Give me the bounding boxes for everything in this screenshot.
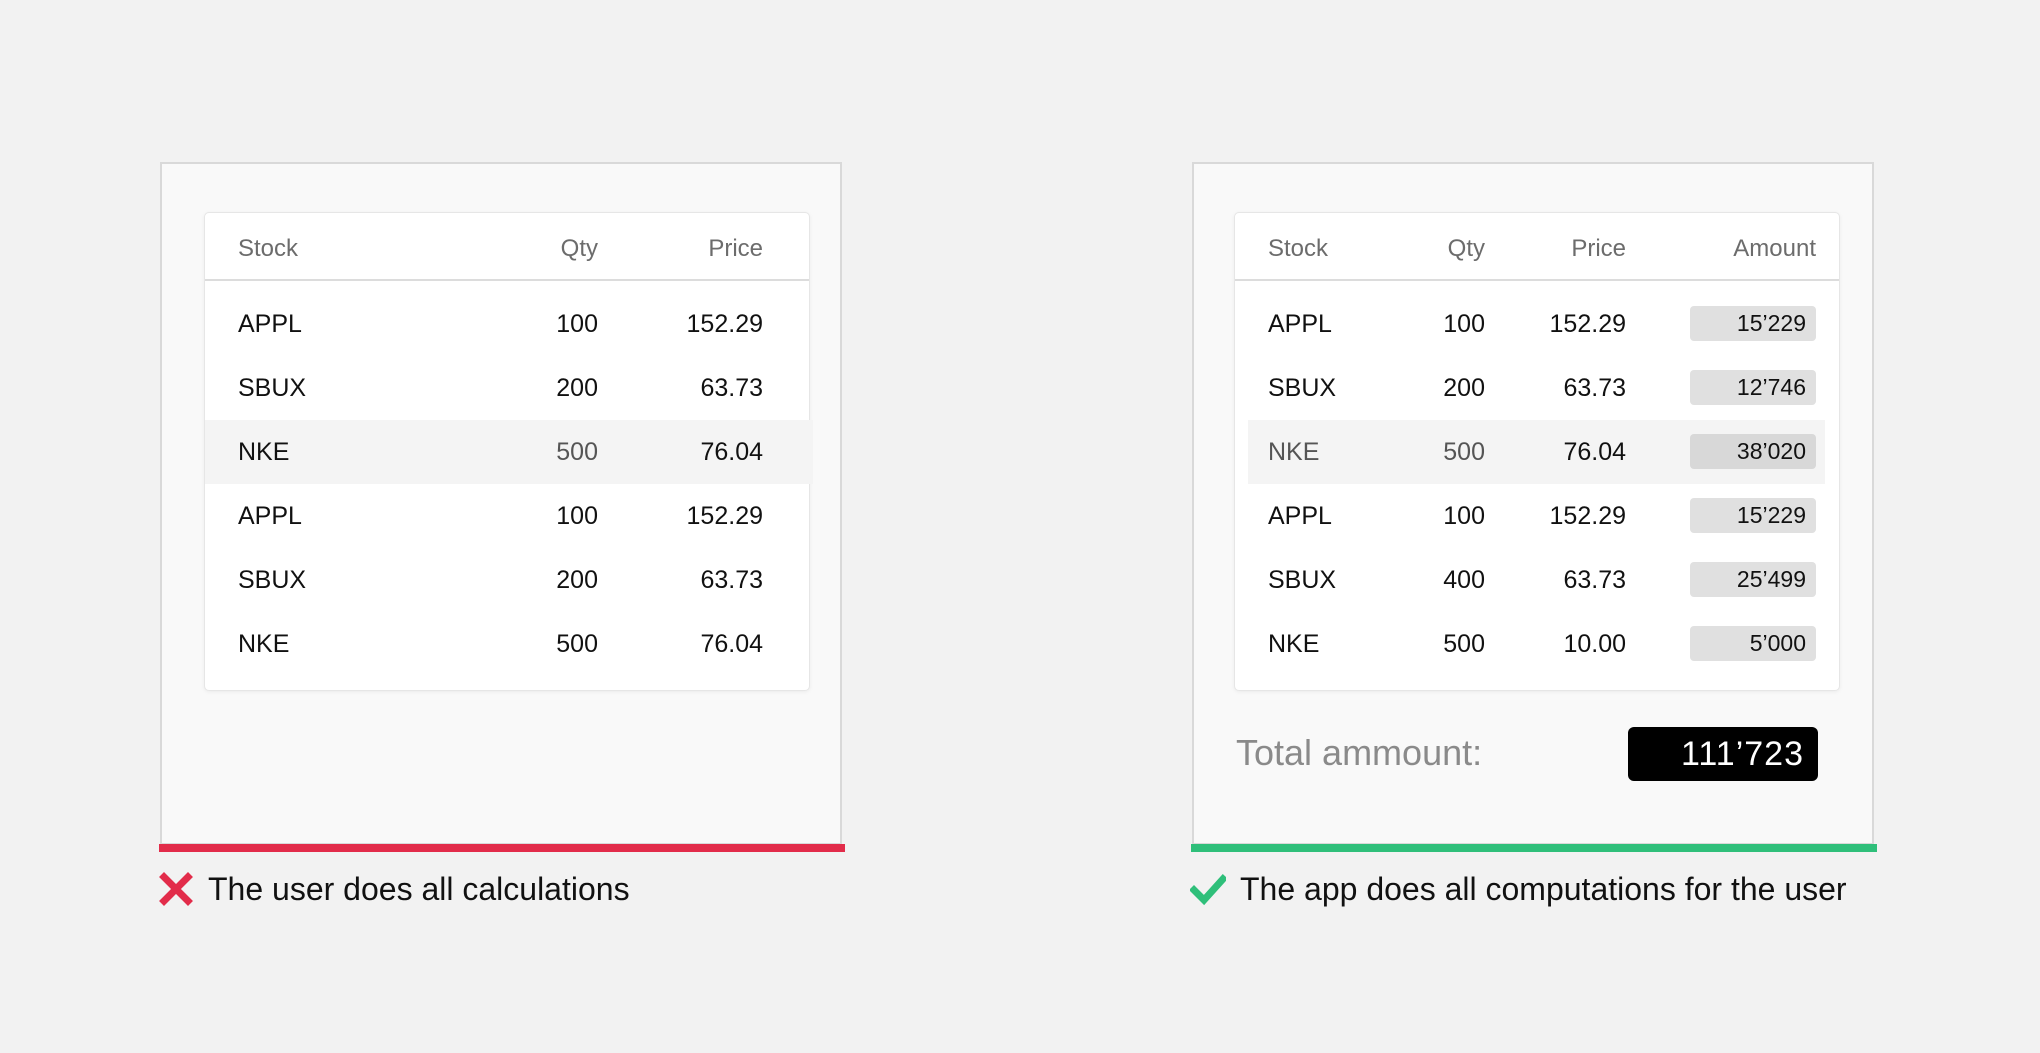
right-stock-table: Stock Qty Price Amount APPL 100 152.29 1… bbox=[1234, 212, 1840, 691]
total-amount-value: 111’723 bbox=[1628, 727, 1818, 781]
right-table-header: Stock Qty Price Amount bbox=[1235, 213, 1839, 281]
table-row: NKE 500 76.04 bbox=[205, 612, 809, 676]
cell-qty: 500 bbox=[556, 438, 598, 466]
cell-amount: 15’229 bbox=[1690, 498, 1816, 533]
cell-amount: 15’229 bbox=[1690, 306, 1816, 341]
caption-text: The app does all computations for the us… bbox=[1240, 870, 1847, 907]
header-price: Price bbox=[1571, 235, 1626, 262]
header-stock: Stock bbox=[238, 235, 299, 262]
table-row: APPL 100 152.29 15’229 bbox=[1235, 484, 1839, 548]
caption-text: The user does all calculations bbox=[208, 870, 630, 907]
left-table-header: Stock Qty Price bbox=[205, 213, 809, 281]
cell-qty: 200 bbox=[556, 566, 598, 594]
good-example-bar bbox=[1191, 844, 1877, 852]
table-row: APPL 100 152.29 bbox=[205, 484, 809, 548]
cell-price: 152.29 bbox=[686, 310, 763, 338]
cell-stock: SBUX bbox=[238, 374, 307, 402]
cell-qty: 200 bbox=[1443, 374, 1485, 402]
table-row: SBUX 200 63.73 bbox=[205, 356, 809, 420]
cell-price: 63.73 bbox=[700, 374, 763, 402]
total-amount-label: Total ammount: bbox=[1236, 732, 1483, 773]
cell-price: 76.04 bbox=[700, 630, 763, 658]
good-example-caption: The app does all computations for the us… bbox=[1190, 868, 1847, 910]
cell-price: 63.73 bbox=[700, 566, 763, 594]
table-row: SBUX 200 63.73 bbox=[205, 548, 809, 612]
cell-price: 63.73 bbox=[1563, 566, 1626, 594]
cell-stock: APPL bbox=[238, 502, 302, 530]
cell-qty: 500 bbox=[1443, 438, 1485, 466]
cell-qty: 100 bbox=[556, 502, 598, 530]
table-row: SBUX 200 63.73 12’746 bbox=[1235, 356, 1839, 420]
header-amount: Amount bbox=[1733, 235, 1816, 262]
cell-stock: APPL bbox=[1268, 310, 1332, 338]
cell-amount: 5’000 bbox=[1690, 626, 1816, 661]
header-qty: Qty bbox=[560, 235, 598, 262]
cell-price: 76.04 bbox=[1563, 438, 1626, 466]
table-row: APPL 100 152.29 bbox=[205, 292, 809, 356]
cell-amount: 38’020 bbox=[1690, 434, 1816, 469]
left-example-panel: Stock Qty Price APPL 100 152.29 SBUX 200… bbox=[160, 162, 842, 845]
cell-qty: 400 bbox=[1443, 566, 1485, 594]
cell-stock: NKE bbox=[1268, 630, 1320, 658]
cell-qty: 500 bbox=[556, 630, 598, 658]
cell-price: 10.00 bbox=[1563, 630, 1626, 658]
cell-price: 152.29 bbox=[1549, 502, 1626, 530]
cell-stock: APPL bbox=[1268, 502, 1332, 530]
cell-qty: 100 bbox=[556, 310, 598, 338]
right-example-panel: Stock Qty Price Amount APPL 100 152.29 1… bbox=[1192, 162, 1874, 845]
cell-amount: 12’746 bbox=[1690, 370, 1816, 405]
cell-stock: SBUX bbox=[1268, 566, 1337, 594]
header-stock: Stock bbox=[1268, 235, 1329, 262]
cell-stock: NKE bbox=[238, 630, 290, 658]
cell-amount: 25’499 bbox=[1690, 562, 1816, 597]
table-row: APPL 100 152.29 15’229 bbox=[1235, 292, 1839, 356]
bad-example-caption: The user does all calculations bbox=[158, 868, 630, 910]
cell-stock: SBUX bbox=[238, 566, 307, 594]
table-row: SBUX 400 63.73 25’499 bbox=[1235, 548, 1839, 612]
cell-stock: NKE bbox=[1268, 438, 1320, 466]
cell-price: 63.73 bbox=[1563, 374, 1626, 402]
cell-qty: 200 bbox=[556, 374, 598, 402]
cell-qty: 100 bbox=[1443, 502, 1485, 530]
check-mark-icon bbox=[1190, 871, 1226, 907]
header-qty: Qty bbox=[1447, 235, 1485, 262]
table-row-highlighted: NKE 500 76.04 38’020 bbox=[1235, 420, 1839, 484]
cell-qty: 100 bbox=[1443, 310, 1485, 338]
cell-qty: 500 bbox=[1443, 630, 1485, 658]
table-row: NKE 500 10.00 5’000 bbox=[1235, 612, 1839, 676]
x-mark-icon bbox=[158, 871, 194, 907]
cell-price: 76.04 bbox=[700, 438, 763, 466]
table-row-highlighted: NKE 500 76.04 bbox=[205, 420, 813, 484]
cell-stock: NKE bbox=[238, 438, 290, 466]
header-price: Price bbox=[708, 235, 763, 262]
cell-price: 152.29 bbox=[686, 502, 763, 530]
cell-price: 152.29 bbox=[1549, 310, 1626, 338]
cell-stock: SBUX bbox=[1268, 374, 1337, 402]
cell-stock: APPL bbox=[238, 310, 302, 338]
bad-example-bar bbox=[159, 844, 845, 852]
left-stock-table: Stock Qty Price APPL 100 152.29 SBUX 200… bbox=[204, 212, 813, 691]
